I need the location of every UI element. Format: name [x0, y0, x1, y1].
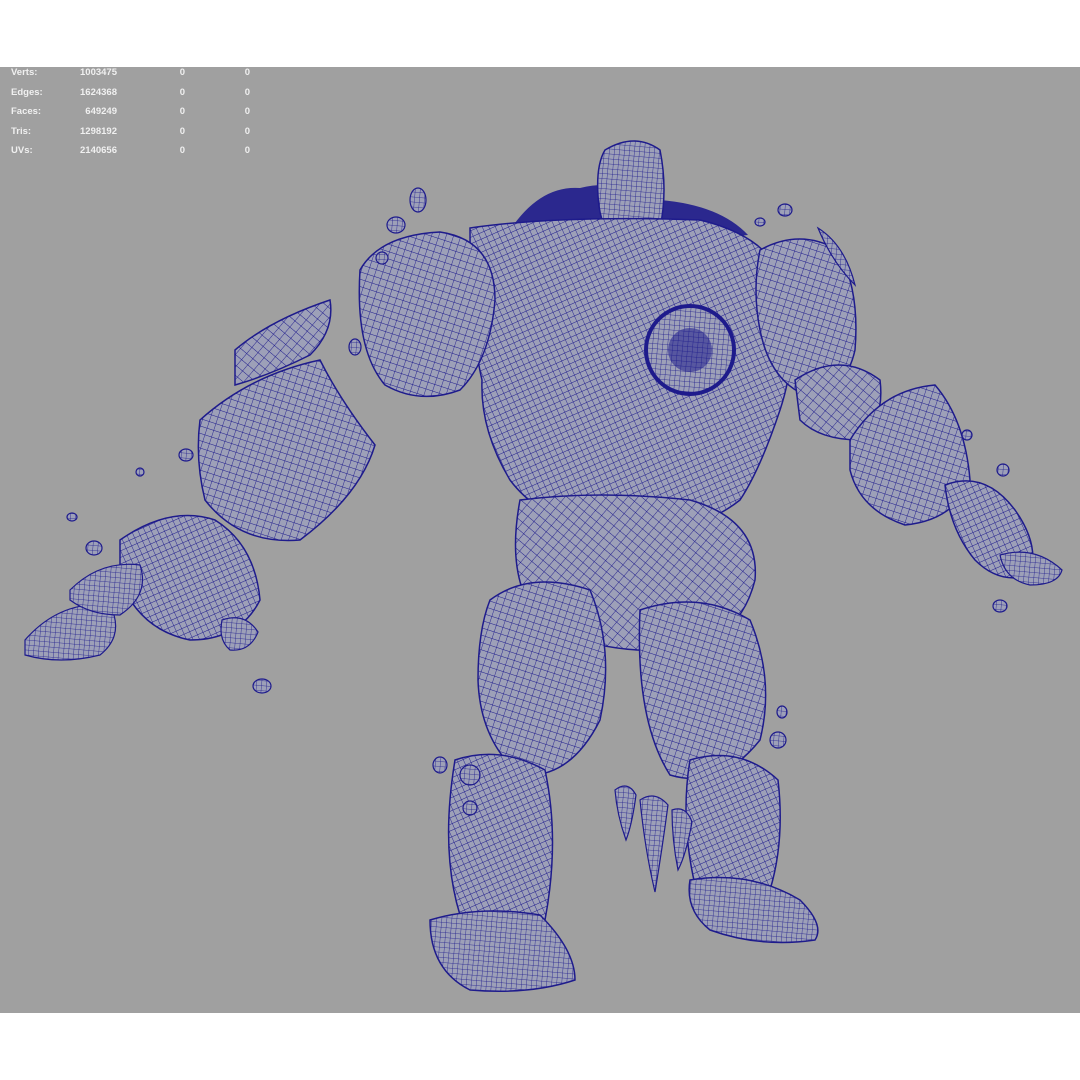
right-thigh	[638, 601, 767, 780]
app-frame: Verts: 1003475 0 0 Edges: 1624368 0 0 Fa…	[0, 0, 1080, 1080]
spike-2	[671, 808, 693, 872]
debris-13	[996, 463, 1010, 477]
hud-label: UVs:	[11, 145, 33, 156]
debris-1	[409, 187, 427, 213]
debris-17	[462, 800, 478, 816]
3d-viewport[interactable]: Verts: 1003475 0 0 Edges: 1624368 0 0 Fa…	[0, 67, 1080, 1013]
left-foot	[429, 910, 576, 992]
hud-row-edges: Edges: 1624368 0 0	[0, 87, 260, 101]
right-shin	[685, 754, 781, 898]
debris-14	[961, 429, 973, 441]
poly-count-hud: Verts: 1003475 0 0 Edges: 1624368 0 0 Fa…	[0, 67, 260, 162]
hud-row-faces: Faces: 649249 0 0	[0, 106, 260, 120]
left-thumb	[220, 617, 259, 651]
debris-19	[769, 731, 787, 749]
torso	[469, 217, 793, 533]
right-foot	[688, 876, 819, 944]
hud-component-value: 0	[244, 86, 250, 98]
debris-2	[386, 216, 406, 234]
debris-16	[459, 764, 481, 786]
left-thigh	[477, 581, 607, 777]
hud-selected-value: 0	[179, 145, 185, 156]
left-forearm	[197, 359, 376, 542]
hud-row-verts: Verts: 1003475 0 0	[0, 67, 260, 81]
hud-total-value: 1624368	[80, 86, 117, 98]
hud-component-value: 0	[244, 106, 250, 117]
debris-10	[85, 540, 103, 556]
hud-component-value: 0	[244, 67, 250, 78]
hud-total-value: 1003475	[80, 67, 117, 78]
hud-selected-value: 0	[179, 125, 185, 137]
hud-row-uvs: UVs: 2140656 0 0	[0, 145, 260, 159]
rock-golem-wireframe-model[interactable]	[0, 67, 1080, 1013]
spike-1	[639, 795, 669, 893]
hud-total-value: 649249	[85, 106, 117, 117]
debris-3	[375, 251, 389, 265]
debris-8	[135, 467, 145, 477]
hud-component-value: 0	[244, 125, 250, 137]
debris-12	[992, 599, 1008, 613]
right-finger	[999, 551, 1063, 586]
debris-4	[348, 338, 362, 356]
debris-18	[776, 705, 788, 719]
hud-total-value: 1298192	[80, 125, 117, 137]
hud-row-tris: Tris: 1298192 0 0	[0, 126, 260, 140]
debris-7	[178, 448, 194, 462]
spike-3	[614, 785, 637, 842]
hud-selected-value: 0	[179, 106, 185, 117]
debris-5	[777, 203, 793, 217]
hud-label: Tris:	[11, 125, 32, 137]
hud-label: Faces:	[11, 106, 42, 117]
debris-9	[66, 512, 78, 522]
hud-selected-value: 0	[179, 67, 185, 78]
hud-component-value: 0	[244, 145, 250, 156]
hud-label: Verts:	[11, 67, 38, 78]
hud-total-value: 2140656	[80, 145, 117, 156]
debris-6	[754, 217, 766, 227]
debris-15	[432, 756, 448, 774]
hud-label: Edges:	[11, 86, 43, 98]
chest-core-inner	[668, 328, 712, 372]
hud-selected-value: 0	[179, 86, 185, 98]
debris-11	[252, 678, 272, 694]
